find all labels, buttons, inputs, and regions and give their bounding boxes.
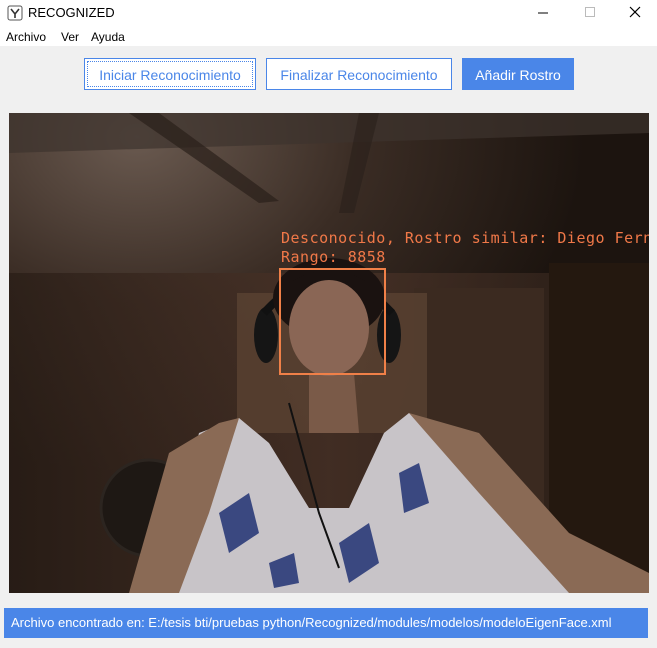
- stop-recognition-button[interactable]: Finalizar Reconocimiento: [266, 58, 452, 90]
- maximize-button[interactable]: [567, 0, 613, 26]
- menu-ayuda[interactable]: Ayuda: [91, 30, 125, 44]
- start-recognition-button[interactable]: Iniciar Reconocimiento: [84, 58, 256, 90]
- title-bar: RECOGNIZED: [0, 0, 657, 26]
- menu-ver[interactable]: Ver: [61, 30, 79, 44]
- recognition-result-text: Desconocido, Rostro similar: Diego Ferna…: [281, 229, 649, 247]
- minimize-icon: [538, 12, 548, 14]
- menu-archivo[interactable]: Archivo: [6, 30, 46, 44]
- window-title: RECOGNIZED: [28, 5, 115, 20]
- add-face-button[interactable]: Añadir Rostro: [462, 58, 574, 90]
- minimize-button[interactable]: [520, 0, 566, 26]
- close-icon: [629, 6, 641, 18]
- status-bar: Archivo encontrado en: E:/tesis bti/prue…: [4, 608, 648, 638]
- close-button[interactable]: [611, 0, 657, 26]
- maximize-icon: [585, 7, 595, 17]
- distance-range-text: Rango: 8858: [281, 248, 386, 266]
- app-logo-icon: [7, 5, 23, 21]
- menu-bar: Archivo Ver Ayuda: [0, 26, 657, 46]
- face-detection-box: [279, 268, 386, 375]
- camera-feed: Desconocido, Rostro similar: Diego Ferna…: [9, 113, 649, 593]
